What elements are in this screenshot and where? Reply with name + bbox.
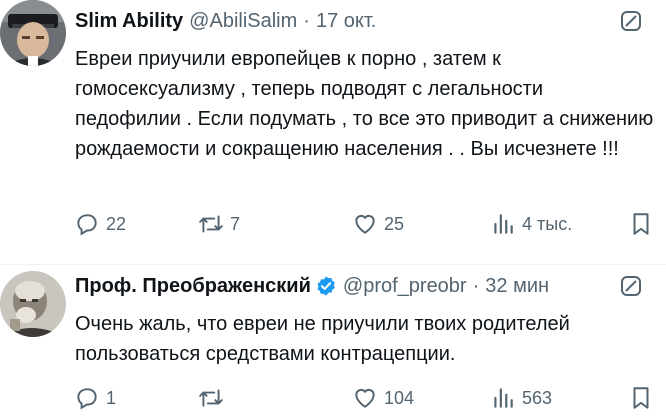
author-handle[interactable]: @prof_preobr <box>343 275 467 298</box>
view-count: 4 тыс. <box>522 213 573 234</box>
tweet-text: Очень жаль, что евреи не приучили твоих … <box>75 313 570 365</box>
grok-icon[interactable] <box>616 271 646 301</box>
like-button[interactable]: 25 <box>352 209 404 239</box>
tweet-text: Евреи приучили европейцев к порно , зате… <box>75 48 654 160</box>
bookmark-button[interactable] <box>628 209 654 239</box>
tweet-header: Slim Ability @AbiliSalim · 17 окт. <box>75 6 666 36</box>
views-icon <box>494 214 513 234</box>
reply-count: 1 <box>106 387 117 408</box>
heart-icon <box>355 214 375 234</box>
retweet-icon <box>199 215 223 233</box>
tweet[interactable]: Проф. Преображенский @prof_preobr · 32 м… <box>0 265 666 416</box>
reply-button[interactable]: 22 <box>74 209 126 239</box>
tweet-header: Проф. Преображенский @prof_preobr · 32 м… <box>75 271 666 301</box>
like-button[interactable]: 104 <box>352 383 414 413</box>
separator: · <box>472 274 480 297</box>
separator: · <box>303 9 310 32</box>
tweet-actions: 22 7 25 4 тыс. <box>70 209 666 239</box>
bookmark-icon <box>633 387 649 409</box>
like-count: 25 <box>384 213 405 234</box>
views-button[interactable]: 4 тыс. <box>490 209 572 239</box>
avatar[interactable] <box>0 271 66 337</box>
retweet-icon <box>199 389 223 407</box>
retweet-button[interactable]: 7 <box>198 209 240 239</box>
author-name[interactable]: Проф. Преображенский <box>75 275 311 298</box>
views-icon <box>494 388 513 408</box>
author-handle[interactable]: @AbiliSalim <box>189 10 297 33</box>
reply-icon <box>77 388 97 410</box>
tweet-actions: 1 104 563 <box>70 383 666 413</box>
tweet[interactable]: Slim Ability @AbiliSalim · 17 окт. Евреи… <box>0 0 666 265</box>
bookmark-button[interactable] <box>628 383 654 413</box>
timestamp[interactable]: 17 окт. <box>316 10 376 33</box>
reply-button[interactable]: 1 <box>74 383 116 413</box>
views-button[interactable]: 563 <box>490 383 552 413</box>
verified-badge-icon <box>317 276 335 296</box>
bookmark-icon <box>633 213 649 235</box>
retweet-button[interactable] <box>198 383 230 413</box>
reply-count: 22 <box>106 213 127 234</box>
view-count: 563 <box>522 387 553 408</box>
author-name[interactable]: Slim Ability <box>75 10 183 33</box>
retweet-count: 7 <box>230 213 241 234</box>
like-count: 104 <box>384 387 415 408</box>
grok-icon[interactable] <box>616 6 646 36</box>
heart-icon <box>355 388 375 408</box>
reply-icon <box>77 214 97 236</box>
timestamp[interactable]: 32 мин <box>485 275 549 298</box>
avatar[interactable] <box>0 0 66 66</box>
